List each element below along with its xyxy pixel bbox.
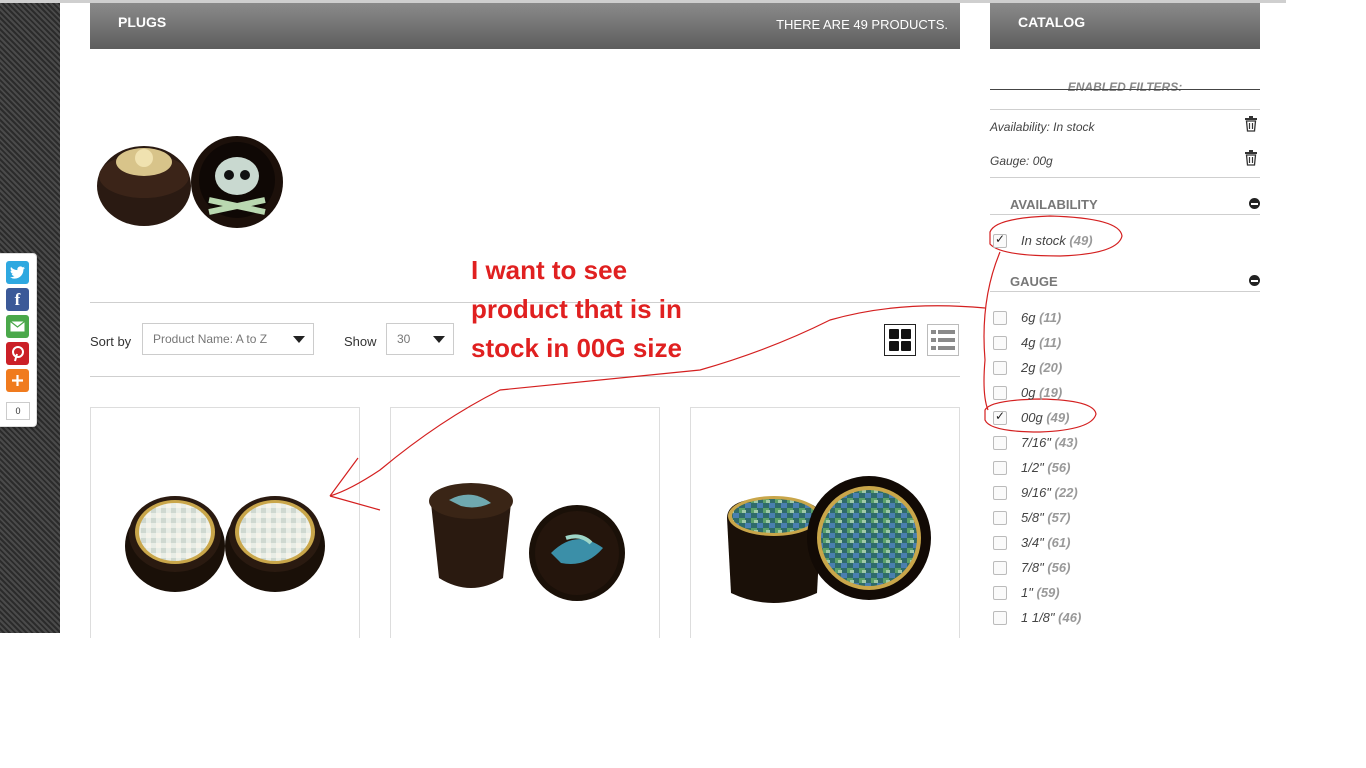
checkbox[interactable] <box>993 511 1007 525</box>
strike-line <box>990 89 1260 90</box>
filter-option-label: 1 1/8" (46) <box>1021 610 1082 625</box>
checkbox[interactable] <box>993 536 1007 550</box>
checkbox[interactable] <box>993 486 1007 500</box>
filter-option-label: 5/8" (57) <box>1021 510 1071 525</box>
filter-option-label: 0g (19) <box>1021 385 1063 400</box>
enabled-filters-title: ENABLED FILTERS: <box>1067 80 1183 94</box>
trash-icon[interactable] <box>1244 116 1258 132</box>
checkbox[interactable] <box>993 409 1007 425</box>
filter-option-label: 1/2" (56) <box>1021 460 1071 475</box>
divider <box>990 214 1260 215</box>
gauge-title: GAUGE <box>1010 274 1058 289</box>
checkbox[interactable] <box>993 461 1007 475</box>
checkbox[interactable] <box>993 386 1007 400</box>
filter-option-label: 3/4" (61) <box>1021 535 1071 550</box>
checkbox[interactable] <box>993 611 1007 625</box>
checkbox[interactable] <box>993 311 1007 325</box>
checkbox[interactable] <box>993 586 1007 600</box>
enabled-filter-availability: Availability: In stock <box>990 120 1095 134</box>
checkbox[interactable] <box>993 561 1007 575</box>
filter-option-label: 00g (49) <box>1021 410 1070 425</box>
filter-option-label: 7/16" (43) <box>1021 435 1078 450</box>
filter-option-label: 4g (11) <box>1021 335 1062 350</box>
divider <box>990 177 1260 178</box>
checkbox[interactable] <box>993 436 1007 450</box>
collapse-icon[interactable] <box>1249 198 1260 209</box>
filter-option-label: 9/16" (22) <box>1021 485 1078 500</box>
filter-option-label: 2g (20) <box>1021 360 1063 375</box>
annotation-drawing <box>329 215 1123 511</box>
divider <box>990 109 1260 110</box>
collapse-icon[interactable] <box>1249 275 1260 286</box>
checkbox[interactable] <box>993 336 1007 350</box>
availability-title: AVAILABILITY <box>1010 197 1098 212</box>
enabled-filter-gauge: Gauge: 00g <box>990 154 1053 168</box>
filter-option-label: 1" (59) <box>1021 585 1060 600</box>
checkbox[interactable] <box>993 232 1007 248</box>
filter-option-label: 7/8" (56) <box>1021 560 1071 575</box>
divider <box>990 291 1260 292</box>
filter-option-label: 6g (11) <box>1021 310 1062 325</box>
checkbox[interactable] <box>993 361 1007 375</box>
trash-icon[interactable] <box>1244 150 1258 166</box>
